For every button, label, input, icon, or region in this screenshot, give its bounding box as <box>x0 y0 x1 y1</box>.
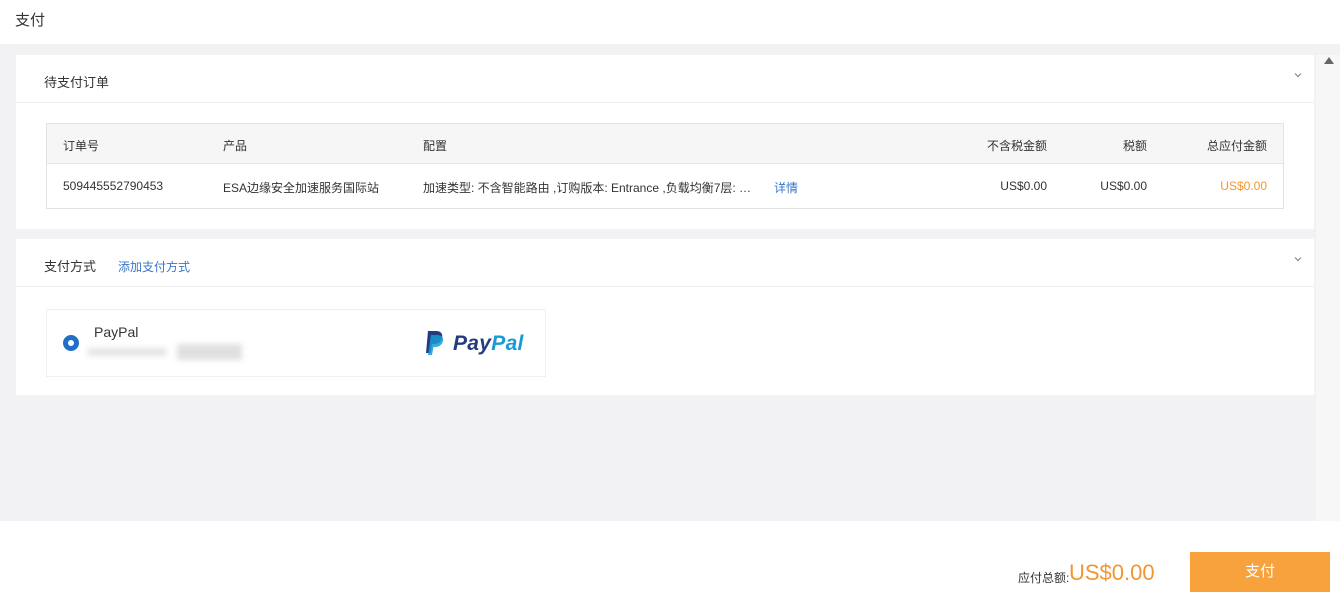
column-config: 配置 <box>423 139 448 153</box>
payment-method-name: PayPal <box>94 324 139 340</box>
chevron-down-icon[interactable] <box>1292 69 1304 81</box>
column-total-payable: 总应付金额 <box>1206 139 1267 153</box>
paypal-payment-option[interactable]: PayPal PayPal <box>46 309 546 377</box>
orders-table-header: 订单号 产品 配置 不含税金额 税额 总应付金额 <box>47 124 1283 164</box>
masked-account-info <box>87 342 257 362</box>
payment-footer: 应付总额: US$0.00 支付 <box>0 521 1340 601</box>
payment-method-header[interactable]: 支付方式 添加支付方式 <box>16 239 1314 287</box>
table-row: 509445552790453 ESA边缘安全加速服务国际站 加速类型: 不含智… <box>47 164 1283 208</box>
radio-selected-icon[interactable] <box>63 335 79 351</box>
pending-orders-panel: 待支付订单 订单号 产品 配置 不含税金额 税额 总应付金额 509445552… <box>16 55 1314 229</box>
pending-orders-title: 待支付订单 <box>44 75 110 90</box>
main-content: 待支付订单 订单号 产品 配置 不含税金额 税额 总应付金额 509445552… <box>0 44 1340 521</box>
column-pretax-amount: 不含税金额 <box>986 139 1047 153</box>
total-payable-label: 应付总额: <box>1018 571 1070 585</box>
order-config: 加速类型: 不含智能路由 ,订购版本: Entrance ,负载均衡7层: 负.… <box>423 181 757 195</box>
vertical-scrollbar[interactable] <box>1316 55 1340 521</box>
chevron-down-icon[interactable] <box>1292 253 1304 265</box>
column-order-no: 订单号 <box>63 139 100 153</box>
column-product: 产品 <box>223 139 248 153</box>
scroll-up-arrow-icon[interactable] <box>1324 57 1334 64</box>
paypal-wordmark: PayPal <box>453 332 524 355</box>
top-bar: 支付 <box>0 0 1340 44</box>
column-tax: 税额 <box>1122 139 1147 153</box>
pay-button[interactable]: 支付 <box>1190 552 1330 592</box>
payment-method-title: 支付方式 <box>44 259 97 274</box>
pending-orders-header[interactable]: 待支付订单 <box>16 55 1314 103</box>
order-detail-link[interactable]: 详情 <box>774 179 798 196</box>
order-product: ESA边缘安全加速服务国际站 <box>223 181 380 195</box>
order-number: 509445552790453 <box>63 179 164 193</box>
page-title: 支付 <box>15 12 46 29</box>
order-pretax-amount: US$0.00 <box>1000 179 1047 193</box>
order-tax-amount: US$0.00 <box>1100 179 1147 193</box>
order-total-amount: US$0.00 <box>1220 179 1267 193</box>
add-payment-method-link[interactable]: 添加支付方式 <box>118 258 190 275</box>
paypal-p-mark-icon <box>426 331 444 355</box>
paypal-logo-icon: PayPal <box>425 330 525 356</box>
total-payable-amount: US$0.00 <box>1069 560 1155 585</box>
payment-method-panel: 支付方式 添加支付方式 PayPal PayPal <box>16 239 1314 395</box>
orders-table: 订单号 产品 配置 不含税金额 税额 总应付金额 509445552790453… <box>46 123 1284 209</box>
